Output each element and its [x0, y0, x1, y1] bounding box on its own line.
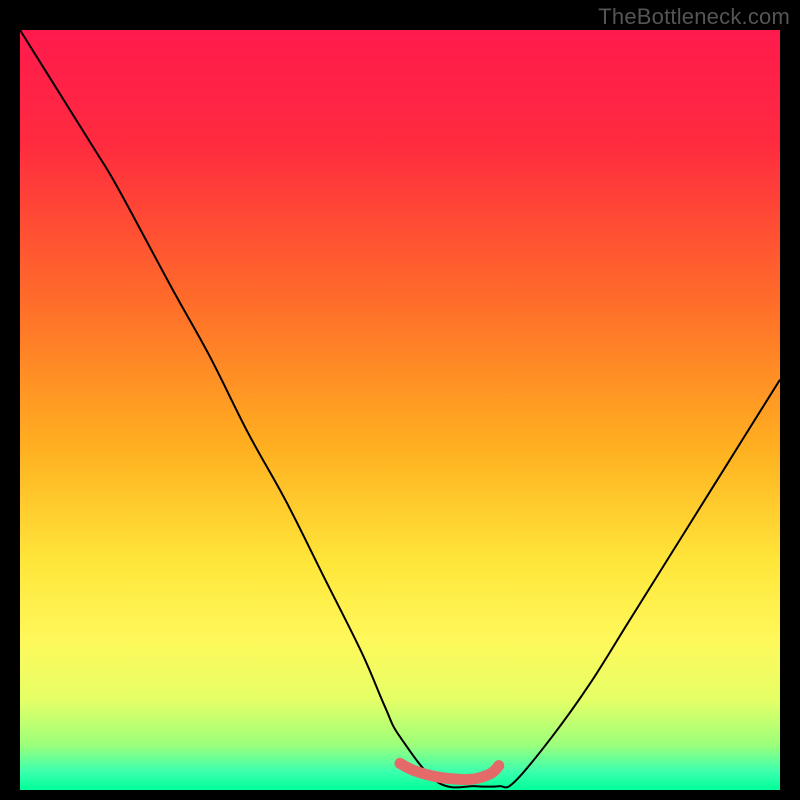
watermark-text: TheBottleneck.com	[598, 4, 790, 30]
plot-area	[20, 30, 780, 790]
chart-frame: TheBottleneck.com	[0, 0, 800, 800]
gradient-background	[20, 30, 780, 790]
bottleneck-plot-svg	[20, 30, 780, 790]
